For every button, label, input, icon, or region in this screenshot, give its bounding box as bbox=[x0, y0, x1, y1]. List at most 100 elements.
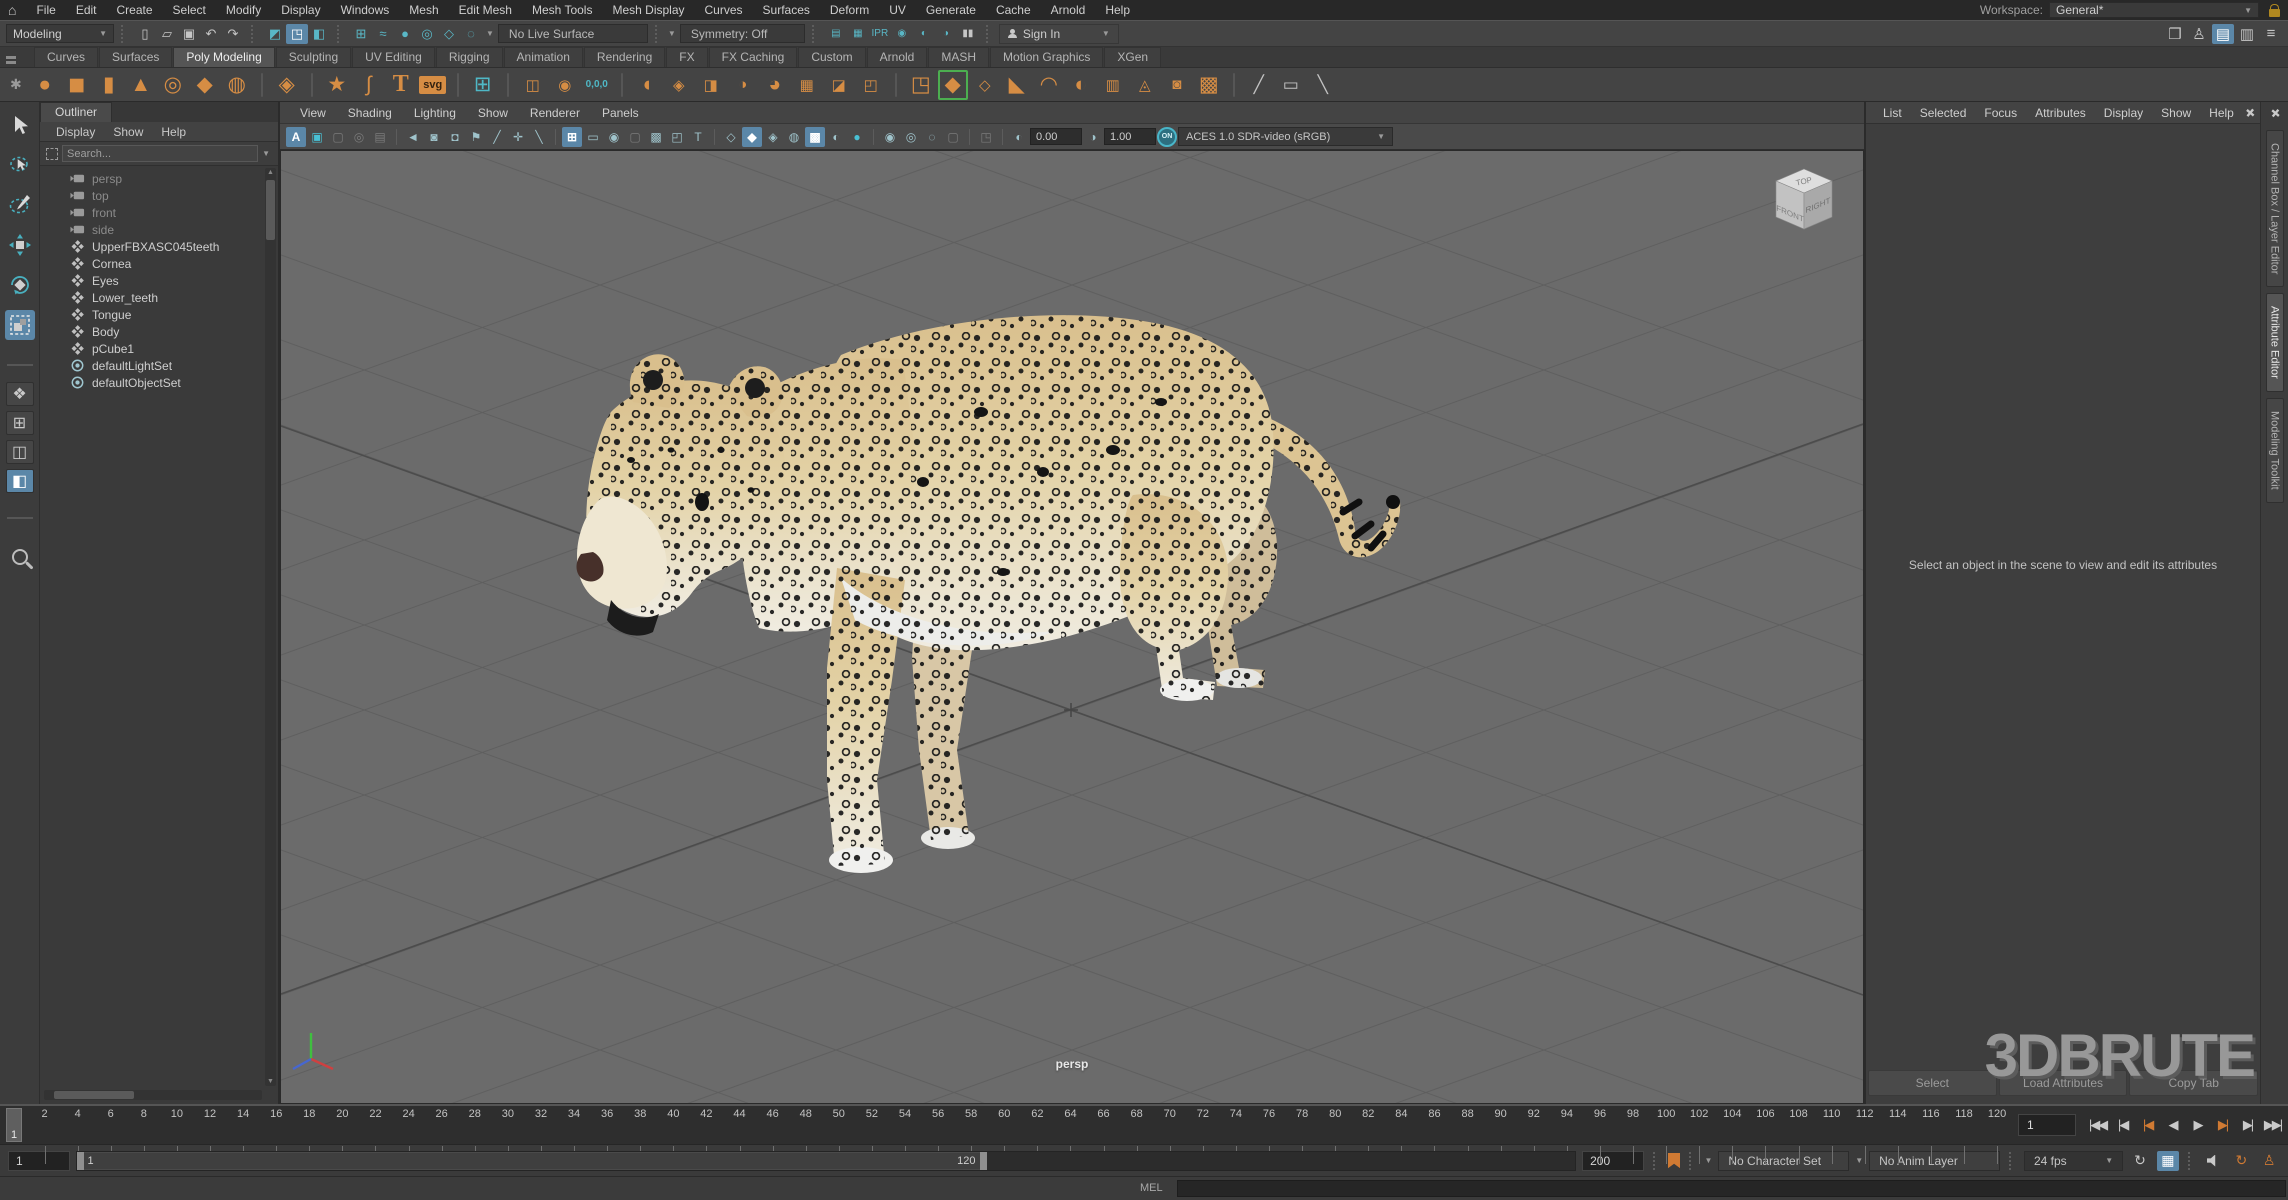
attribute-editor-menu-item[interactable]: List bbox=[1874, 106, 1911, 120]
playhead[interactable]: 1 bbox=[6, 1108, 22, 1142]
shelf-tab[interactable]: Animation bbox=[504, 47, 583, 67]
menu-item[interactable]: Modify bbox=[216, 0, 271, 20]
insert-edge-loop-icon[interactable]: ▥ bbox=[1098, 70, 1128, 100]
chevron-down-icon[interactable]: ▼ bbox=[1855, 1156, 1863, 1165]
poly-cylinder-icon[interactable]: ▮ bbox=[94, 70, 124, 100]
command-input[interactable] bbox=[1177, 1180, 2286, 1197]
shelf-tab[interactable]: Sculpting bbox=[276, 47, 351, 67]
use-all-lights-icon[interactable]: ▩ bbox=[805, 127, 825, 147]
sweep-mesh-icon[interactable]: ★ bbox=[322, 70, 352, 100]
channel-box-toggle-icon[interactable]: ▤ bbox=[2212, 24, 2234, 44]
poly-text-icon[interactable]: T bbox=[386, 70, 416, 100]
chevron-down-icon[interactable]: ▼ bbox=[1704, 1156, 1712, 1165]
outliner-item[interactable]: persp bbox=[70, 170, 278, 187]
home-icon[interactable]: ⌂ bbox=[8, 0, 16, 20]
select-object-icon[interactable]: ◳ bbox=[286, 24, 308, 44]
shadows-icon[interactable]: ◐ bbox=[826, 127, 846, 147]
side-tab[interactable]: Modeling Toolkit bbox=[2266, 398, 2284, 503]
field-chart-icon[interactable]: ▩ bbox=[646, 127, 666, 147]
outliner-item[interactable]: top bbox=[70, 187, 278, 204]
outliner-item[interactable]: pCube1 bbox=[70, 340, 278, 357]
lights-icon[interactable]: ◉ bbox=[880, 127, 900, 147]
quadrangulate-icon[interactable]: ◰ bbox=[856, 70, 886, 100]
snap-together-icon[interactable]: ◉ bbox=[550, 70, 580, 100]
menu-item[interactable]: File bbox=[26, 0, 65, 20]
viewport-menu-item[interactable]: Show bbox=[468, 106, 518, 120]
gate-mask-icon[interactable]: ▢ bbox=[625, 127, 645, 147]
add-bookmark-icon[interactable] bbox=[1668, 1153, 1681, 1169]
playback-range[interactable]: 1 120 bbox=[77, 1152, 987, 1170]
snap-grid-icon[interactable]: ⊞ bbox=[350, 24, 372, 44]
outliner-item[interactable]: Tongue bbox=[70, 306, 278, 323]
shelf-tab[interactable]: Poly Modeling bbox=[173, 47, 274, 67]
pencil-icon[interactable]: ╲ bbox=[529, 127, 549, 147]
speaker-icon[interactable] bbox=[2203, 1151, 2225, 1171]
open-scene-icon[interactable]: ▱ bbox=[156, 24, 178, 44]
animation-end-field[interactable]: 200 bbox=[1582, 1151, 1644, 1171]
menu-item[interactable]: Windows bbox=[331, 0, 400, 20]
shelf-tab[interactable]: Motion Graphics bbox=[990, 47, 1103, 67]
viewport-menu-item[interactable]: Renderer bbox=[520, 106, 590, 120]
symmetry-field[interactable]: Symmetry: Off bbox=[680, 24, 805, 43]
new-scene-icon[interactable]: ▯ bbox=[134, 24, 156, 44]
fps-select[interactable]: 24 fps ▼ bbox=[2024, 1151, 2123, 1171]
attribute-editor-toggle-icon[interactable]: ▥ bbox=[2236, 24, 2258, 44]
resolution-gate-icon[interactable]: ◉ bbox=[604, 127, 624, 147]
lasso-morph-icon[interactable]: ◖ bbox=[632, 70, 662, 100]
zero-transform-icon[interactable]: 0,0,0 bbox=[582, 70, 612, 100]
view-transform-select[interactable]: ACES 1.0 SDR-video (sRGB) ▼ bbox=[1178, 127, 1393, 146]
color-management-toggle[interactable]: ON bbox=[1157, 127, 1177, 147]
layout-single-pane[interactable]: ❖ bbox=[6, 382, 34, 406]
move-tool[interactable] bbox=[5, 230, 35, 260]
current-frame-field[interactable]: 1 bbox=[2018, 1114, 2076, 1136]
menu-set-select[interactable]: Modeling ▼ bbox=[6, 24, 114, 43]
leopard-model[interactable] bbox=[561, 290, 1431, 910]
outliner-item[interactable]: defaultObjectSet bbox=[70, 374, 278, 391]
bevel-icon[interactable]: ◣ bbox=[1002, 70, 1032, 100]
paint-select-tool[interactable] bbox=[5, 190, 35, 220]
attribute-editor-menu-item[interactable]: Attributes bbox=[2026, 106, 2095, 120]
poly-sphere-icon[interactable]: ● bbox=[30, 70, 60, 100]
filter-icon[interactable] bbox=[46, 148, 58, 160]
menu-item[interactable]: Cache bbox=[986, 0, 1041, 20]
attribute-editor-menu-item[interactable]: Selected bbox=[1911, 106, 1976, 120]
shelf-tab[interactable]: Curves bbox=[34, 47, 98, 67]
combine-icon[interactable]: ◨ bbox=[696, 70, 726, 100]
shaded-mode-icon[interactable]: ◆ bbox=[742, 127, 762, 147]
smooth-icon[interactable]: ▦ bbox=[792, 70, 822, 100]
render-current-frame-icon[interactable]: ▦ bbox=[847, 24, 869, 44]
step-back-key-button[interactable]: |◀ bbox=[2136, 1112, 2159, 1138]
ipr-render-icon[interactable]: IPR bbox=[869, 24, 891, 44]
divider[interactable] bbox=[621, 73, 623, 97]
safe-action-icon[interactable]: ◰ bbox=[667, 127, 687, 147]
view-cube[interactable]: TOP FRONT RIGHT bbox=[1773, 165, 1835, 237]
divider[interactable] bbox=[1233, 73, 1235, 97]
redo-icon[interactable]: ↷ bbox=[222, 24, 244, 44]
menu-item[interactable]: Mesh bbox=[399, 0, 448, 20]
outliner-item[interactable]: defaultLightSet bbox=[70, 357, 278, 374]
layout-outliner-persp[interactable]: ◧ bbox=[6, 469, 34, 493]
divider[interactable] bbox=[507, 73, 509, 97]
lookdev-icon[interactable]: ◑ bbox=[935, 24, 957, 44]
menu-item[interactable]: Edit bbox=[66, 0, 107, 20]
command-language-label[interactable]: MEL bbox=[1140, 1180, 1163, 1194]
step-back-frame-button[interactable]: |◀ bbox=[2111, 1112, 2134, 1138]
menu-item[interactable]: Generate bbox=[916, 0, 986, 20]
attribute-editor-menu-item[interactable]: Show bbox=[2152, 106, 2200, 120]
outliner-item[interactable]: UpperFBXASC045teeth bbox=[70, 238, 278, 255]
make-live-icon[interactable]: ◌ bbox=[460, 24, 482, 44]
frame-ruler[interactable]: 1 24681012141618202224262830323436384042… bbox=[0, 1106, 2014, 1144]
menu-item[interactable]: UV bbox=[879, 0, 916, 20]
go-to-start-button[interactable]: |◀◀ bbox=[2086, 1112, 2109, 1138]
platonic-solid-icon[interactable]: ◈ bbox=[272, 70, 302, 100]
divider[interactable] bbox=[311, 73, 313, 97]
scrollbar-thumb[interactable] bbox=[54, 1091, 134, 1099]
screen-space-ao-icon[interactable]: ● bbox=[847, 127, 867, 147]
outliner-menu-item[interactable]: Help bbox=[153, 125, 194, 139]
snap-view-plane-icon[interactable]: ◇ bbox=[438, 24, 460, 44]
range-start-handle[interactable] bbox=[77, 1152, 84, 1170]
motion-blur-icon[interactable]: ◌ bbox=[922, 127, 942, 147]
camera-light-icon[interactable]: ◘ bbox=[445, 127, 465, 147]
sculpt-icon[interactable]: ◕ bbox=[760, 70, 790, 100]
sep[interactable] bbox=[555, 129, 556, 145]
